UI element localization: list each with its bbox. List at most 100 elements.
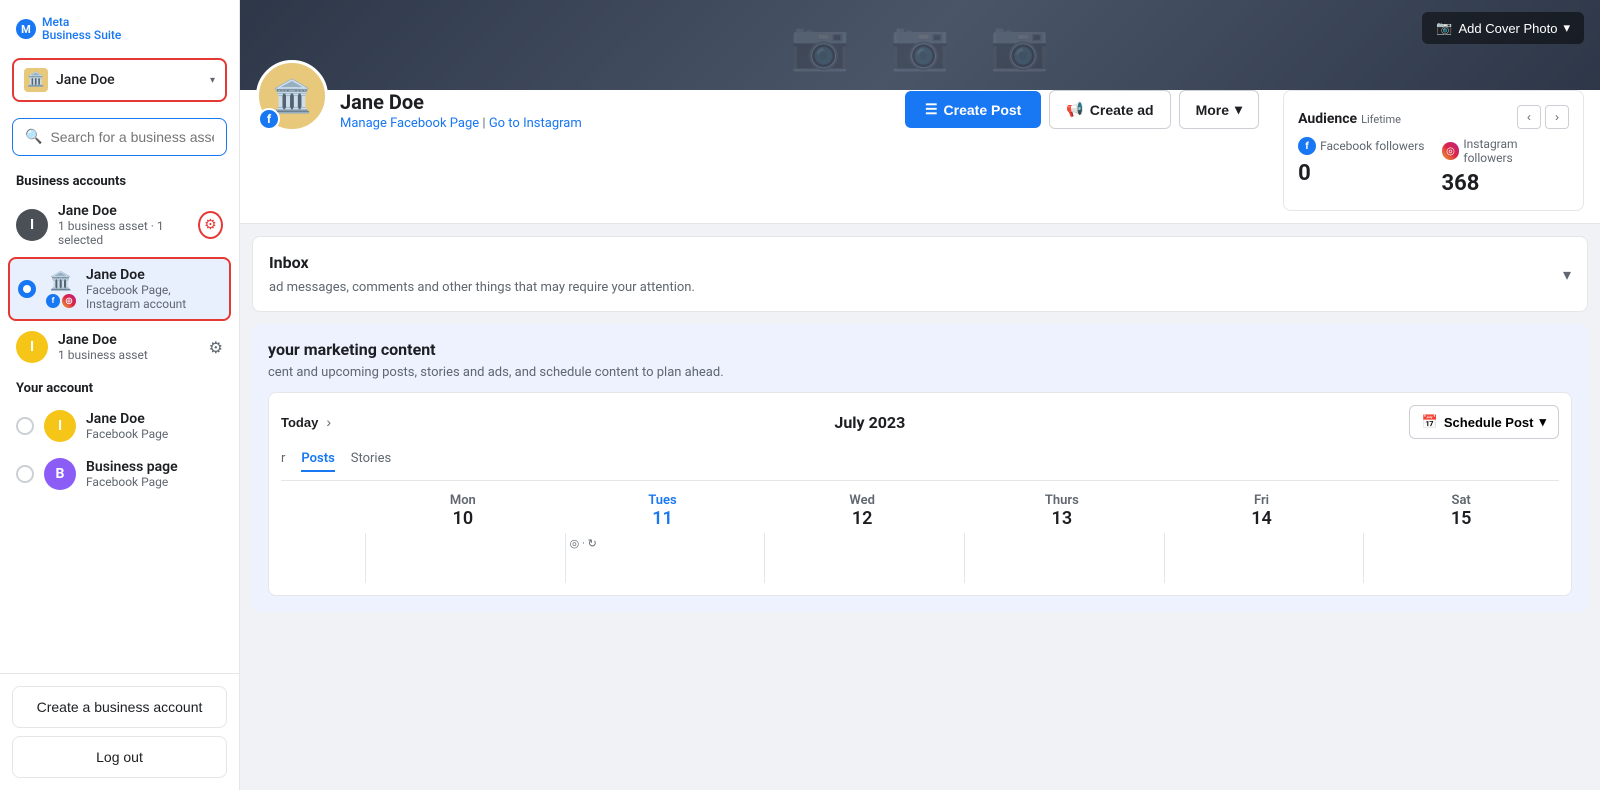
- content-area: Inbox ad messages, comments and other th…: [240, 224, 1600, 790]
- create-business-account-button[interactable]: Create a business account: [12, 686, 227, 728]
- add-cover-chevron: ▾: [1563, 20, 1570, 36]
- business-account-item-1[interactable]: I Jane Doe 1 business asset · 1 selected…: [0, 195, 239, 255]
- cal-tab-all[interactable]: r: [281, 451, 285, 472]
- main-content: 📷 📷 📷 📷 Add Cover Photo ▾ 🏛️ f Jane Doe …: [240, 0, 1600, 790]
- search-icon: 🔍: [25, 129, 42, 145]
- calendar-next-arrow[interactable]: ›: [326, 414, 331, 430]
- search-box: 🔍: [12, 118, 227, 156]
- account-info-ya1: Jane Doe Facebook Page: [86, 411, 223, 441]
- instagram-followers-count: 368: [1442, 171, 1569, 196]
- profile-name: Jane Doe: [340, 90, 893, 114]
- facebook-followers-count: 0: [1298, 161, 1425, 186]
- your-account-label: Your account: [0, 371, 239, 402]
- profile-avatar-wrap: 🏛️ f: [256, 60, 328, 132]
- calendar-nav: Today ›: [281, 414, 331, 430]
- day-header-wed: Wed 12: [764, 493, 960, 529]
- manage-facebook-page-link[interactable]: Manage Facebook Page: [340, 116, 479, 131]
- inbox-text: ad messages, comments and other things t…: [269, 280, 695, 295]
- account-selector-name: Jane Doe: [56, 72, 202, 88]
- cell-wed[interactable]: [764, 533, 960, 583]
- account-sub-ba2: Facebook Page, Instagram account: [86, 283, 221, 311]
- time-column-header: [281, 493, 361, 529]
- avatar-ba1: I: [16, 209, 48, 241]
- bottom-buttons: Create a business account Log out: [0, 673, 239, 790]
- fb-badge-ba2: f: [46, 294, 60, 308]
- calendar-section: Today › July 2023 📅 Schedule Post ▾ r Po…: [268, 392, 1572, 596]
- create-post-label: Create Post: [944, 102, 1022, 118]
- account-info-ba1: Jane Doe 1 business asset · 1 selected: [58, 203, 188, 247]
- schedule-label: Schedule Post: [1444, 415, 1534, 430]
- business-account-item-3[interactable]: I Jane Doe 1 business asset ⚙: [0, 323, 239, 371]
- camera-icon: 📷: [1436, 20, 1452, 36]
- your-account-item-2[interactable]: B Business page Facebook Page: [0, 450, 239, 498]
- calendar-tabs: r Posts Stories: [281, 451, 1559, 481]
- marketing-title: your marketing content: [268, 340, 724, 359]
- business-account-item-2[interactable]: 🏛️ f ◎ Jane Doe Facebook Page, Instagram…: [8, 257, 231, 321]
- post-indicator: ◎ · ↻: [570, 537, 757, 550]
- gear-icon-red-ba1[interactable]: ⚙: [198, 211, 223, 239]
- meta-logo-icon: M: [16, 19, 36, 39]
- avatar-ba3: I: [16, 331, 48, 363]
- audience-title: Audience: [1298, 111, 1357, 127]
- instagram-dot: ◎: [1442, 142, 1460, 160]
- schedule-post-button[interactable]: 📅 Schedule Post ▾: [1409, 405, 1559, 439]
- create-post-button[interactable]: ☰ Create Post: [905, 91, 1041, 128]
- account-selector[interactable]: 🏛️ Jane Doe ▾: [12, 58, 227, 102]
- inbox-card: Inbox ad messages, comments and other th…: [252, 236, 1588, 312]
- planning-collapsible: your marketing content cent and upcoming…: [268, 340, 1572, 380]
- inbox-title: Inbox: [269, 253, 695, 272]
- schedule-icon: 📅: [1422, 414, 1438, 430]
- day-header-sat: Sat 15: [1363, 493, 1559, 529]
- account-name-ba1: Jane Doe: [58, 203, 188, 219]
- account-icon: 🏛️: [24, 68, 48, 92]
- inbox-chevron-icon[interactable]: ▾: [1563, 265, 1571, 284]
- avatar-ya2: B: [44, 458, 76, 490]
- audience-header: Audience Lifetime ‹ ›: [1298, 105, 1569, 129]
- create-post-icon: ☰: [925, 101, 938, 118]
- search-input[interactable]: [50, 129, 214, 145]
- marketing-card: your marketing content cent and upcoming…: [252, 324, 1588, 612]
- business-accounts-label: Business accounts: [0, 164, 239, 195]
- cal-tab-stories[interactable]: Stories: [351, 451, 391, 472]
- cell-tues[interactable]: ◎ · ↻: [565, 533, 761, 583]
- gear-icon-ba3[interactable]: ⚙: [209, 338, 223, 357]
- cal-tab-posts[interactable]: Posts: [301, 451, 334, 472]
- meta-text-line2: Business Suite: [42, 29, 121, 42]
- radio-ya2: [16, 465, 34, 483]
- account-name-ba3: Jane Doe: [58, 332, 148, 348]
- facebook-dot: f: [1298, 137, 1316, 155]
- calendar-header: Today › July 2023 📅 Schedule Post ▾: [281, 405, 1559, 439]
- profile-row: 🏛️ f Jane Doe Manage Facebook Page | Go …: [240, 90, 1600, 224]
- go-to-instagram-link[interactable]: Go to Instagram: [489, 116, 582, 131]
- profile-info: Jane Doe Manage Facebook Page | Go to In…: [340, 90, 893, 135]
- radio-dot-ba2: [23, 285, 31, 293]
- sidebar: M Meta Business Suite 🏛️ Jane Doe ▾ 🔍 Bu…: [0, 0, 240, 790]
- add-cover-photo-button[interactable]: 📷 Add Cover Photo ▾: [1422, 12, 1584, 44]
- account-sub-ya1: Facebook Page: [86, 427, 223, 441]
- inbox-collapsible: Inbox ad messages, comments and other th…: [269, 253, 1571, 295]
- marketing-text: cent and upcoming posts, stories and ads…: [268, 365, 724, 380]
- cell-thurs[interactable]: [964, 533, 1160, 583]
- today-button[interactable]: Today: [281, 415, 318, 430]
- account-name-ba2: Jane Doe: [86, 267, 221, 283]
- profile-links: Manage Facebook Page | Go to Instagram: [340, 116, 893, 131]
- instagram-followers-col: ◎ Instagram followers 368: [1442, 137, 1569, 196]
- cell-fri[interactable]: [1164, 533, 1360, 583]
- cell-sat[interactable]: [1363, 533, 1559, 583]
- cell-mon[interactable]: [365, 533, 561, 583]
- more-button[interactable]: More ▾: [1179, 90, 1259, 129]
- ig-indicator-icon: ◎ · ↻: [570, 537, 597, 550]
- avatar-ya1: I: [44, 410, 76, 442]
- account-name-ya2: Business page: [86, 459, 223, 475]
- facebook-followers-col: f Facebook followers 0: [1298, 137, 1425, 196]
- watermark-icon-1: 📷: [790, 17, 850, 74]
- create-ad-button[interactable]: 📢 Create ad: [1049, 90, 1170, 129]
- day-header-mon: Mon 10: [365, 493, 561, 529]
- audience-next-button[interactable]: ›: [1545, 105, 1569, 129]
- logout-button[interactable]: Log out: [12, 736, 227, 778]
- your-account-item-1[interactable]: I Jane Doe Facebook Page: [0, 402, 239, 450]
- fb-badge-profile: f: [258, 108, 280, 130]
- audience-prev-button[interactable]: ‹: [1517, 105, 1541, 129]
- multi-avatar-ba2: 🏛️ f ◎: [46, 271, 76, 308]
- svg-text:M: M: [21, 23, 31, 36]
